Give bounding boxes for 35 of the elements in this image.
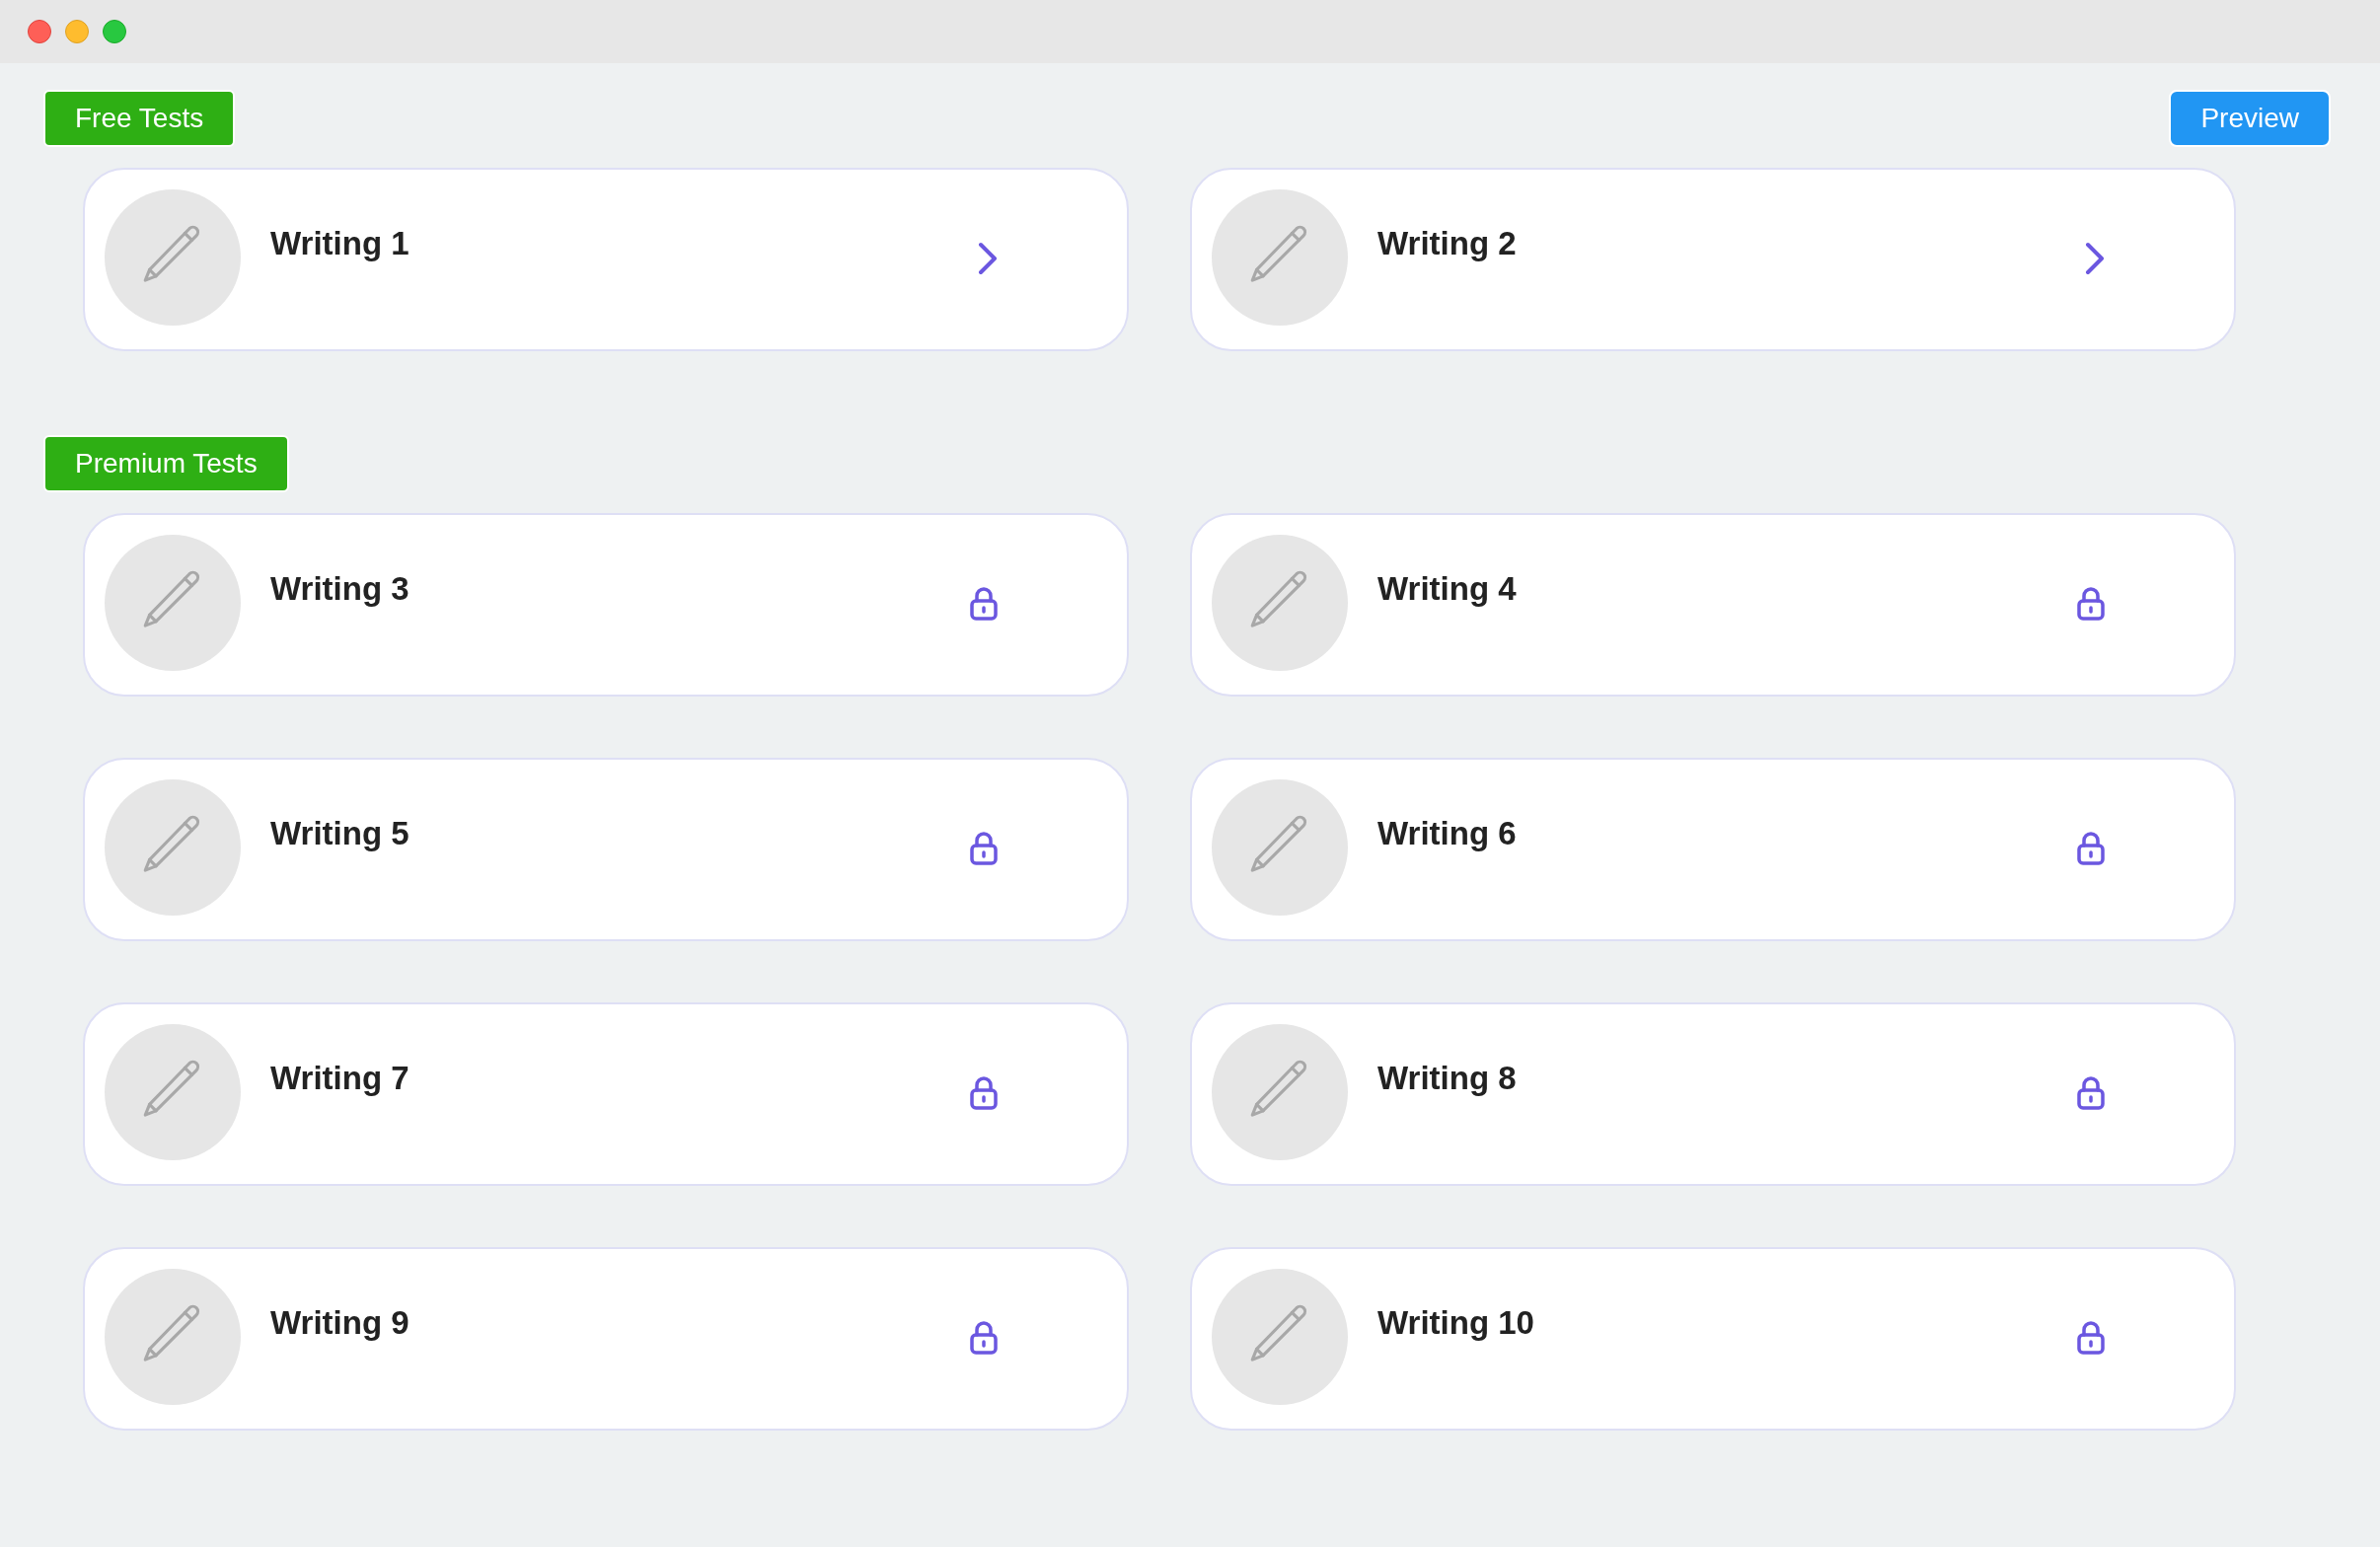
test-title: Writing 1 [270,224,409,263]
test-card[interactable]: Writing 8 [1190,1002,2236,1186]
test-card[interactable]: Writing 10 [1190,1247,2236,1431]
test-title: Writing 4 [1377,569,1517,609]
section-label: Premium Tests [43,435,289,492]
test-title: Writing 8 [1377,1059,1517,1098]
test-title: Writing 3 [270,569,409,609]
lock-icon [969,1320,999,1356]
zoom-window-button[interactable] [103,20,126,43]
test-card[interactable]: Writing 1 [83,168,1129,351]
test-card[interactable]: Writing 9 [83,1247,1129,1431]
test-title: Writing 10 [1377,1303,1534,1343]
lock-icon [2076,1075,2106,1111]
test-card[interactable]: Writing 7 [83,1002,1129,1186]
test-title: Writing 5 [270,814,409,853]
test-title: Writing 2 [1377,224,1517,263]
test-title: Writing 9 [270,1303,409,1343]
lock-icon [969,586,999,622]
minimize-window-button[interactable] [65,20,89,43]
chevron-right-icon [977,241,999,276]
section-label: Free Tests [43,90,236,147]
test-title: Writing 7 [270,1059,409,1098]
lock-icon [969,831,999,866]
lock-icon [969,1075,999,1111]
test-card[interactable]: Writing 4 [1190,513,2236,697]
test-card[interactable]: Writing 3 [83,513,1129,697]
lock-icon [2076,831,2106,866]
test-title: Writing 6 [1377,814,1517,853]
test-card[interactable]: Writing 5 [83,758,1129,941]
lock-icon [2076,586,2106,622]
test-card[interactable]: Writing 2 [1190,168,2236,351]
chevron-right-icon [2084,241,2106,276]
close-window-button[interactable] [28,20,51,43]
test-card[interactable]: Writing 6 [1190,758,2236,941]
lock-icon [2076,1320,2106,1356]
